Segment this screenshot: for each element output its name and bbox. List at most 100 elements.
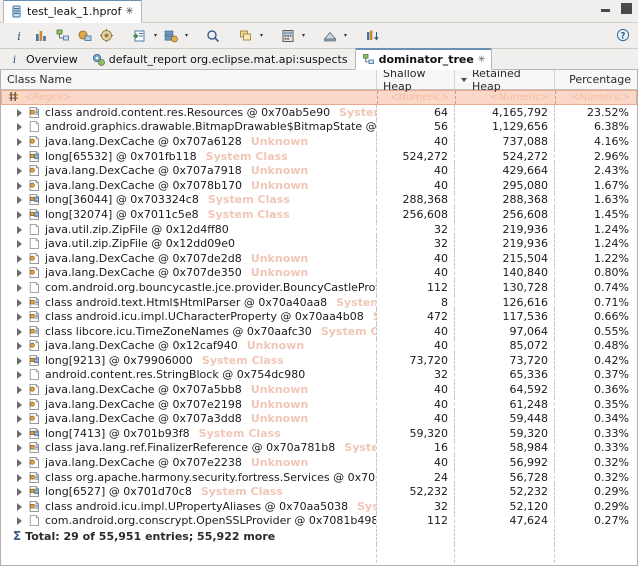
table-row[interactable]: class android.text.Html$HtmlParser @ 0x7… — [1, 294, 637, 310]
table-row[interactable]: long[36044] @ 0x703324c8 System Class 288,… — [1, 192, 637, 208]
table-row[interactable]: java.lang.DexCache @ 0x707a3dd8 Unknown 40… — [1, 411, 637, 427]
minimize-button[interactable] — [600, 3, 611, 14]
table-row[interactable]: com.android.org.conscrypt.OpenSSLProvide… — [1, 513, 637, 529]
expand-arrow-icon[interactable] — [15, 239, 24, 249]
help-icon[interactable]: ? — [616, 28, 630, 42]
expand-arrow-icon[interactable] — [15, 210, 24, 219]
compare-icon[interactable] — [361, 25, 383, 46]
filter-class-name[interactable]: <Regex> — [2, 91, 378, 104]
expand-arrow-icon[interactable] — [15, 370, 24, 380]
cell-percentage: 0.27% — [594, 514, 629, 528]
filter-retained-heap-placeholder: <Numeric> — [490, 92, 549, 103]
expand-arrow-icon[interactable] — [15, 152, 24, 161]
table-row[interactable]: android.content.res.StringBlock @ 0x754d… — [1, 367, 637, 383]
expand-arrow-icon[interactable] — [15, 312, 24, 322]
close-icon[interactable]: ✳ — [478, 55, 486, 65]
expand-arrow-icon[interactable] — [15, 283, 24, 292]
table-row[interactable]: class java.lang.ref.FinalizerReference @… — [1, 440, 637, 456]
table-row[interactable]: class android.icu.impl.UCharacterPropert… — [1, 309, 637, 324]
calculator-icon[interactable] — [277, 25, 299, 46]
table-row[interactable]: long[6527] @ 0x701d70c8 System Class 52,23… — [1, 484, 637, 500]
table-row[interactable]: com.android.org.bouncycastle.jce.provide… — [1, 280, 637, 295]
table-row[interactable]: java.lang.DexCache @ 0x707e2238 Unknown 40… — [1, 455, 637, 470]
expand-arrow-icon[interactable] — [15, 458, 24, 468]
expand-arrow-icon[interactable] — [15, 108, 24, 117]
column-header-class-name[interactable]: Class Name — [1, 70, 377, 89]
close-icon[interactable]: ✳ — [125, 6, 133, 17]
expand-arrow-icon[interactable] — [15, 298, 24, 307]
table-row[interactable]: java.lang.DexCache @ 0x707a5bb8 Unknown 40… — [1, 382, 637, 397]
maximize-button[interactable] — [621, 3, 632, 14]
expand-arrow-icon[interactable] — [15, 341, 24, 351]
table-row[interactable]: java.lang.DexCache @ 0x12caf940 Unknown 40… — [1, 338, 637, 354]
table-row[interactable]: android.graphics.drawable.BitmapDrawable… — [1, 119, 637, 135]
expand-arrow-icon[interactable] — [15, 443, 24, 453]
cell-class-name: java.lang.DexCache @ 0x7078b170 Unknown — [1, 177, 377, 193]
expand-arrow-icon[interactable] — [15, 414, 24, 424]
cell-retained-heap: 219,936 — [455, 221, 555, 237]
table-row[interactable]: class org.apache.harmony.security.fortre… — [1, 469, 637, 485]
expand-arrow-icon[interactable] — [15, 195, 24, 205]
column-header-retained-heap[interactable]: Retained Heap — [455, 70, 555, 93]
export-icon[interactable] — [319, 25, 341, 46]
cell-class-name: java.lang.DexCache @ 0x707e2238 Unknown — [1, 455, 377, 470]
table-row[interactable]: java.lang.DexCache @ 0x707de2d8 Unknown 40… — [1, 250, 637, 266]
filter-shallow-heap[interactable]: <Numeric> — [378, 91, 456, 104]
table-row[interactable]: long[9213] @ 0x79906000 System Class 73,72… — [1, 353, 637, 368]
table-row[interactable]: class android.content.res.Resources @ 0x… — [1, 105, 637, 120]
expand-arrow-icon[interactable] — [15, 122, 24, 132]
column-header-shallow-heap[interactable]: Shallow Heap — [377, 70, 455, 93]
column-header-percentage[interactable]: Percentage — [555, 70, 637, 89]
table-row[interactable]: java.lang.DexCache @ 0x707a6128 Unknown 40… — [1, 134, 637, 149]
expand-arrow-icon[interactable] — [15, 516, 24, 526]
expand-arrow-icon[interactable] — [15, 385, 24, 395]
table-row[interactable]: java.lang.DexCache @ 0x707de350 Unknown 40… — [1, 265, 637, 281]
table-row[interactable]: java.lang.DexCache @ 0x707a7918 Unknown 40… — [1, 163, 637, 178]
filter-retained-heap[interactable]: <Numeric> — [456, 91, 556, 104]
row-annotation: Unknown — [251, 178, 309, 192]
expand-arrow-icon[interactable] — [15, 137, 24, 146]
table-row[interactable]: class libcore.icu.TimeZoneNames @ 0x70aa… — [1, 323, 637, 339]
dominator-tree-icon[interactable] — [52, 25, 74, 46]
expand-arrow-icon[interactable] — [15, 473, 24, 482]
query-browser-dropdown-arrow[interactable]: ▾ — [182, 25, 191, 46]
table-row[interactable]: long[7413] @ 0x701b93f8 System Class 59,32… — [1, 426, 637, 441]
gc-roots-icon[interactable] — [96, 25, 118, 46]
table-row[interactable]: long[32074] @ 0x7011c5e8 System Class 256,… — [1, 207, 637, 222]
export-dropdown-arrow[interactable]: ▾ — [341, 25, 350, 46]
tab-overview[interactable]: i Overview — [2, 49, 85, 70]
expand-arrow-icon[interactable] — [15, 400, 24, 409]
expand-arrow-icon[interactable] — [15, 429, 24, 438]
expand-arrow-icon[interactable] — [15, 254, 24, 263]
table-row[interactable]: java.util.zip.ZipFile @ 0x12d4ff80 32 219,… — [1, 221, 637, 237]
expand-arrow-icon[interactable] — [15, 268, 24, 278]
tab-default-report[interactable]: default_report org.eclipse.mat.api:suspe… — [85, 49, 355, 70]
tab-dominator-tree[interactable]: dominator_tree ✳ — [354, 48, 493, 70]
expand-arrow-icon[interactable] — [15, 166, 24, 176]
copy-dropdown-arrow[interactable]: ▾ — [257, 25, 266, 46]
table-row[interactable]: java.util.zip.ZipFile @ 0x12dd09e0 32 219,… — [1, 236, 637, 251]
info-icon[interactable]: i — [8, 25, 30, 46]
group-by-icon[interactable] — [74, 25, 96, 46]
expand-arrow-icon[interactable] — [15, 502, 24, 511]
query-browser-icon[interactable] — [160, 25, 182, 46]
calculator-dropdown-arrow[interactable]: ▾ — [299, 25, 308, 46]
filter-percentage[interactable]: <Numeric> — [556, 91, 636, 104]
copy-icon[interactable] — [235, 25, 257, 46]
table-row[interactable]: long[65532] @ 0x701fb118 System Class 524,… — [1, 148, 637, 164]
object-icon — [28, 120, 41, 133]
search-icon[interactable] — [202, 25, 224, 46]
oql-dropdown-arrow[interactable]: ▾ — [151, 25, 160, 46]
table-row[interactable]: java.lang.DexCache @ 0x707e2198 Unknown 40… — [1, 396, 637, 412]
table-row[interactable]: java.lang.DexCache @ 0x7078b170 Unknown 40… — [1, 177, 637, 193]
expand-arrow-icon[interactable] — [15, 225, 24, 234]
expand-arrow-icon[interactable] — [15, 181, 24, 190]
oql-icon[interactable] — [129, 25, 151, 46]
editor-tab-hprof[interactable]: test_leak_1.hprof ✳ — [3, 0, 142, 23]
table-row[interactable]: class android.icu.impl.UPropertyAliases … — [1, 499, 637, 514]
expand-arrow-icon[interactable] — [15, 487, 24, 497]
object-icon — [28, 368, 41, 381]
histogram-icon[interactable] — [30, 25, 52, 46]
expand-arrow-icon[interactable] — [15, 327, 24, 336]
expand-arrow-icon[interactable] — [15, 356, 24, 365]
